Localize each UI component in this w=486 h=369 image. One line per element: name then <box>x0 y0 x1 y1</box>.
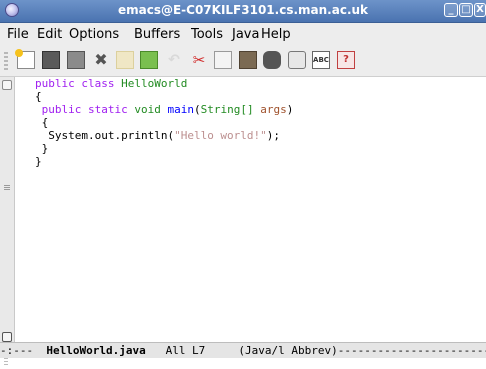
menu-buffers[interactable]: Buffers <box>134 27 180 42</box>
save-as-icon[interactable] <box>116 51 134 69</box>
keyword: public <box>35 77 75 90</box>
menu-tools[interactable]: Tools <box>191 27 223 42</box>
echo-grip <box>4 358 8 367</box>
save-icon[interactable] <box>67 51 85 69</box>
code-line-6: } <box>35 142 49 155</box>
menu-file[interactable]: File <box>7 27 29 42</box>
keyword: public <box>41 103 82 116</box>
close-window-button[interactable]: X <box>474 3 486 17</box>
revert-icon[interactable] <box>140 51 158 69</box>
print-icon[interactable] <box>288 51 306 69</box>
search-icon[interactable] <box>263 51 281 69</box>
code-line-7: } <box>35 155 42 168</box>
mode-line[interactable]: -:--- HelloWorld.java All L7 (Java/l Abb… <box>0 342 486 359</box>
type-name: String[] <box>200 103 254 116</box>
code-buffer[interactable]: public class HelloWorld { public static … <box>35 77 293 168</box>
new-file-icon[interactable] <box>15 49 35 69</box>
class-name: HelloWorld <box>121 77 188 90</box>
function-name: main <box>167 103 195 116</box>
help-icon[interactable]: ? <box>337 51 355 69</box>
menu-help[interactable]: Help <box>261 27 291 42</box>
code-line-3: public static void main(String[] args) <box>41 103 294 116</box>
minimize-button[interactable]: _ <box>444 3 458 17</box>
open-folder-icon[interactable] <box>42 51 60 69</box>
code-line-4: { <box>35 116 49 129</box>
menu-options[interactable]: Options <box>69 27 119 42</box>
cut-icon[interactable]: ✂ <box>190 51 208 69</box>
copy-icon[interactable] <box>214 51 232 69</box>
code-line-5: System.out.println("Hello world!"); <box>35 129 281 142</box>
echo-area[interactable] <box>0 358 486 369</box>
title-bar: emacs@E-C07KILF3101.cs.man.ac.uk _ □ X <box>0 0 486 23</box>
scroll-down-icon[interactable] <box>2 332 12 342</box>
paste-icon[interactable] <box>239 51 257 69</box>
string-literal: "Hello world!" <box>174 129 267 142</box>
tool-bar: ✖ ↶ ✂ ABC ? <box>0 45 486 77</box>
undo-icon[interactable]: ↶ <box>165 51 183 69</box>
maximize-button[interactable]: □ <box>459 3 473 17</box>
keyword: static <box>88 103 128 116</box>
code-line-2: { <box>35 90 42 103</box>
window-title: emacs@E-C07KILF3101.cs.man.ac.uk <box>117 3 369 17</box>
customize-icon[interactable]: ABC <box>312 51 330 69</box>
menu-edit[interactable]: Edit <box>37 27 62 42</box>
code-line-1: public class HelloWorld <box>35 77 293 90</box>
toolbar-grip[interactable] <box>4 52 8 70</box>
scroll-up-icon[interactable] <box>2 80 12 90</box>
left-fringe <box>0 77 15 345</box>
scroll-grip[interactable] <box>4 185 10 191</box>
close-buffer-icon[interactable]: ✖ <box>92 51 110 69</box>
editor-area[interactable]: public class HelloWorld { public static … <box>15 77 486 345</box>
keyword: class <box>81 77 115 90</box>
buffer-name[interactable]: HelloWorld.java <box>46 344 145 357</box>
variable-name: args <box>260 103 287 116</box>
menu-bar: File Edit Options Buffers Tools Java Hel… <box>0 23 486 45</box>
type-name: void <box>134 103 161 116</box>
major-mode[interactable]: (Java/l Abbrev) <box>238 344 337 357</box>
menu-java[interactable]: Java <box>232 27 259 42</box>
